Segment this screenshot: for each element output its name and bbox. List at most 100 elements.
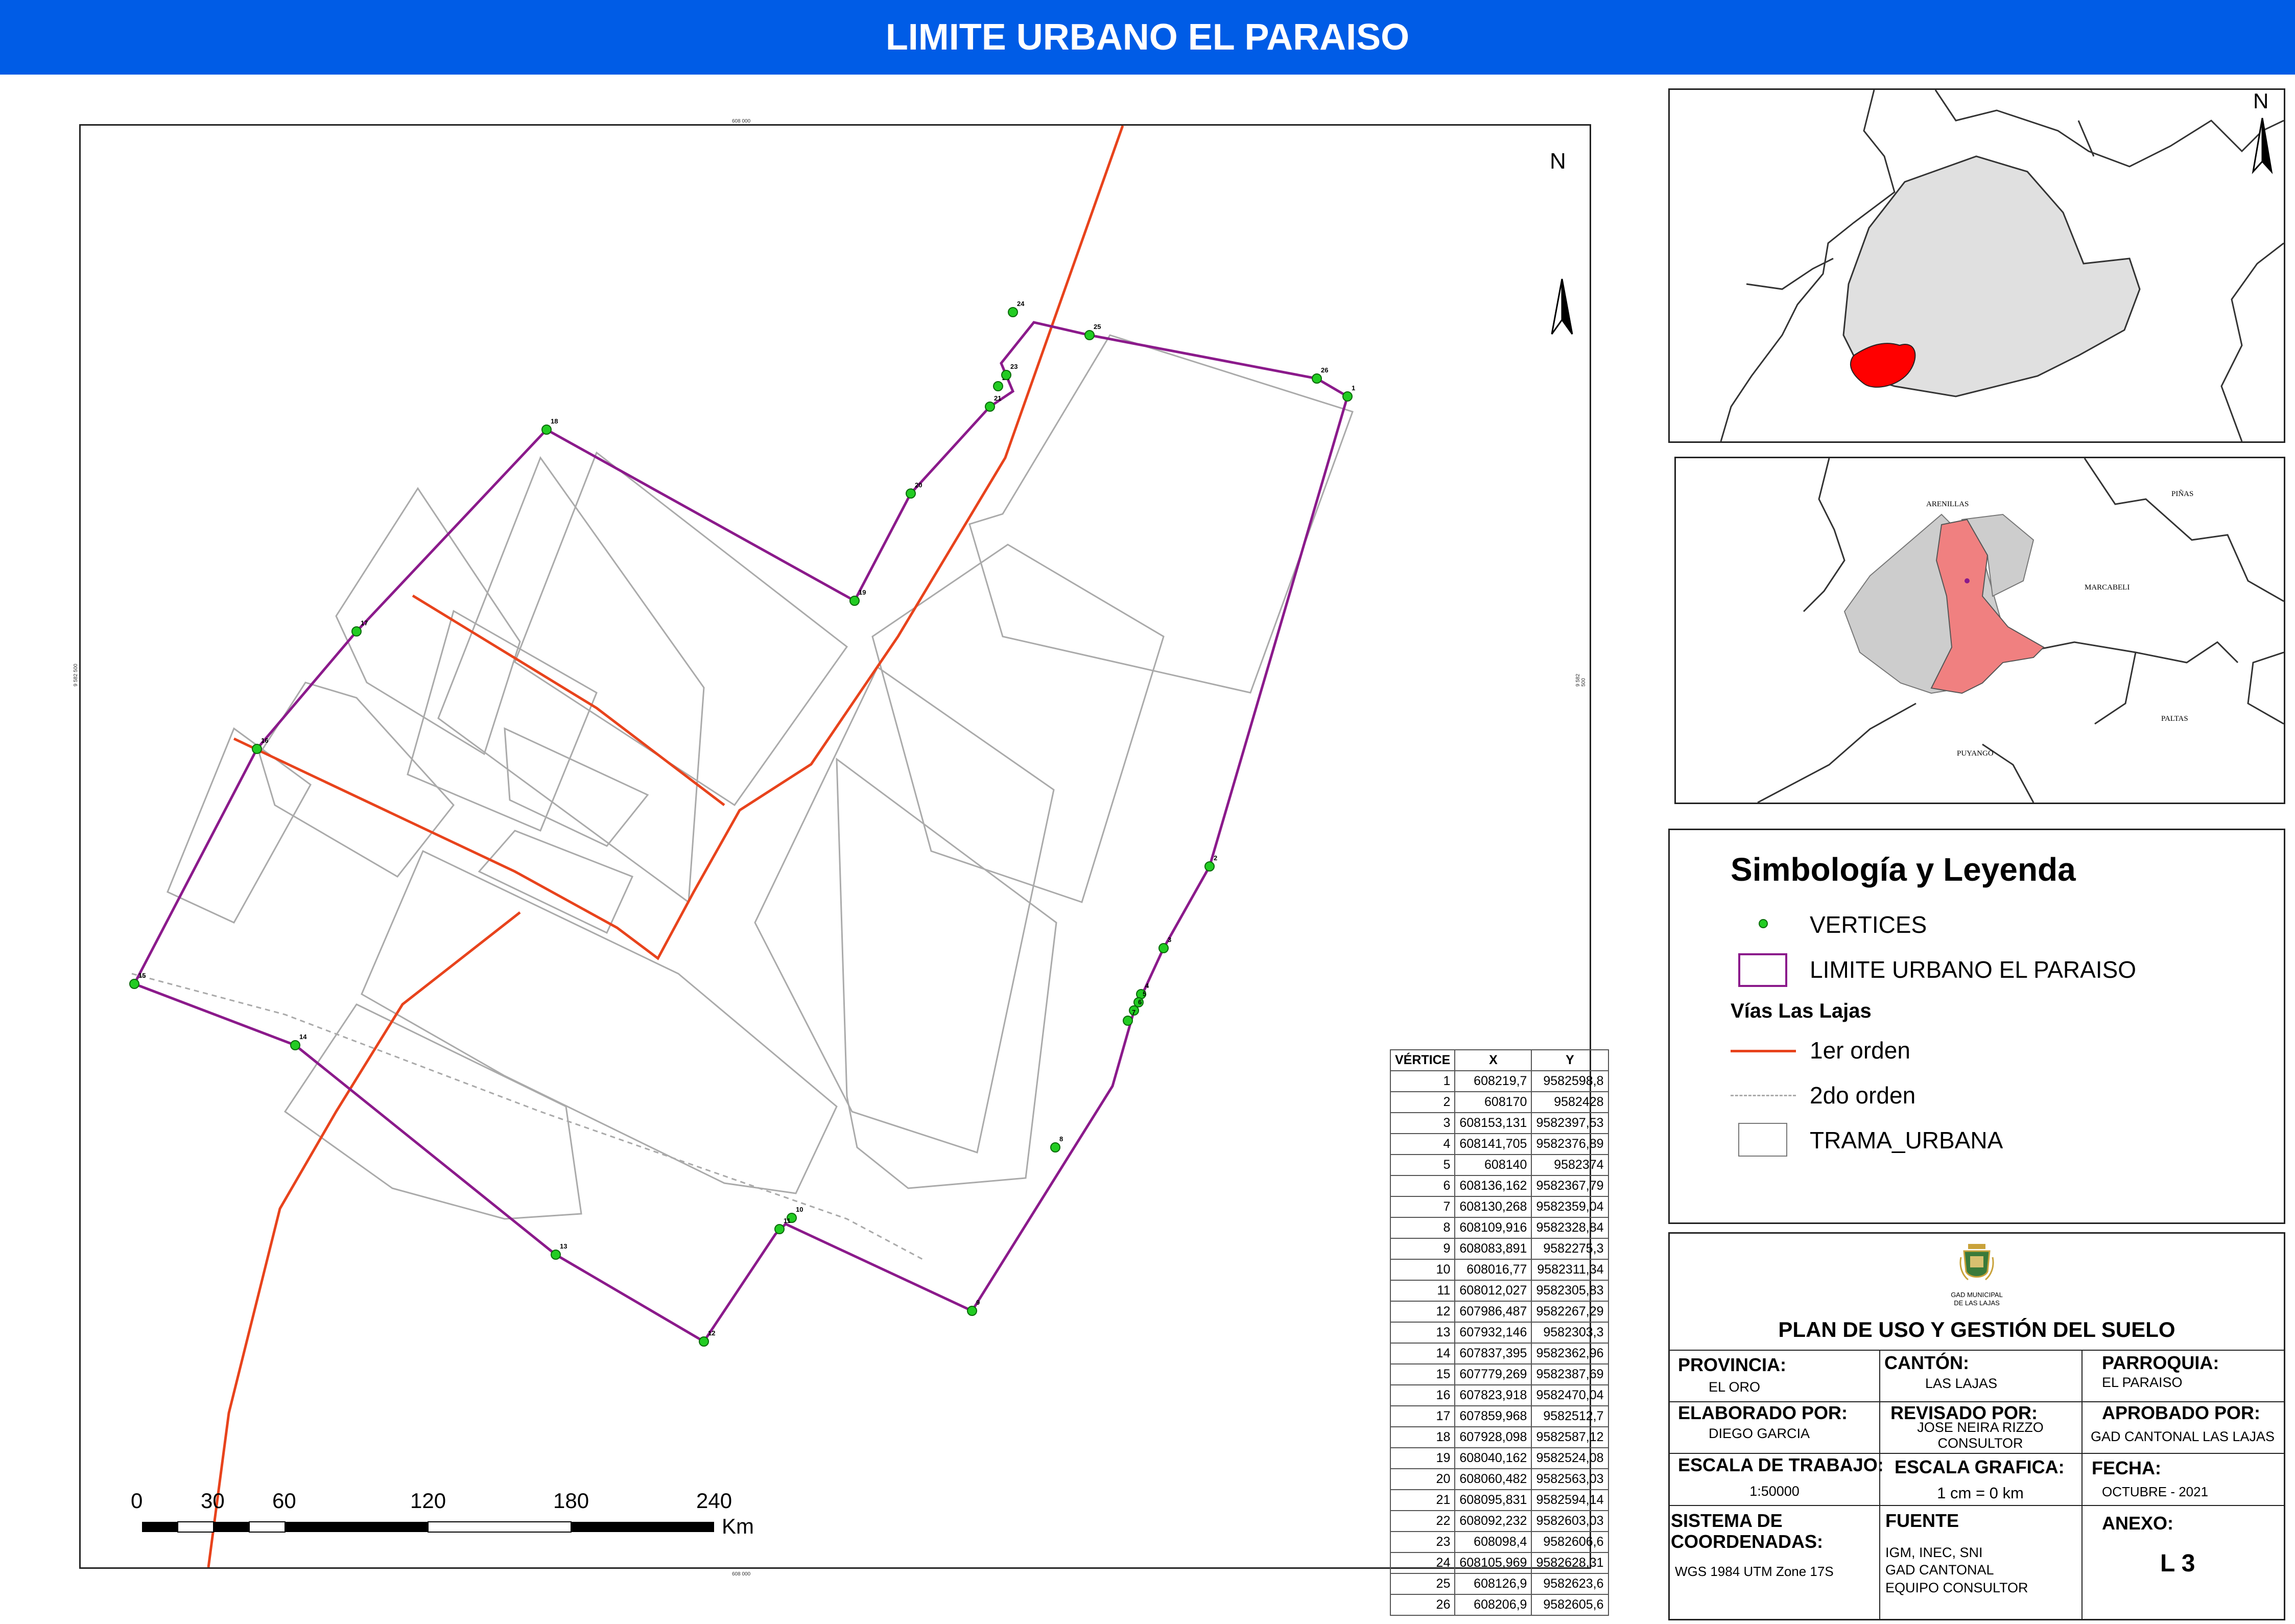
table-cell-y: 9582397,53	[1531, 1112, 1609, 1134]
grid-tick-left: 9 582 500	[73, 664, 79, 687]
logo-text-2: DE LAS LAJAS	[1954, 1299, 2000, 1307]
north-label-locator: N	[2253, 89, 2269, 113]
fecha-label: FECHA:	[2092, 1457, 2161, 1478]
table-cell-id: 6	[1389, 1175, 1456, 1197]
table-cell-x: 607837,395	[1454, 1343, 1532, 1364]
anexo-label: ANEXO:	[2102, 1513, 2174, 1534]
map-title: LIMITE URBANO EL PARAISO	[0, 0, 2295, 75]
vertex-label: 6	[1138, 998, 1142, 1006]
vertex-label: 11	[784, 1217, 791, 1225]
vertex-marker[interactable]	[1001, 370, 1011, 380]
vertex-marker[interactable]	[985, 402, 995, 412]
vertex-marker[interactable]	[1204, 861, 1215, 872]
urban-block	[478, 830, 634, 934]
aprobado-value: GAD CANTONAL LAS LAJAS	[2090, 1429, 2275, 1444]
provincia-label: PROVINCIA:	[1678, 1354, 1787, 1375]
table-cell-x: 608130,268	[1454, 1196, 1532, 1218]
legend-urban-symbol	[1738, 1123, 1787, 1157]
locator-map-country[interactable]: N	[1668, 88, 2285, 443]
urban-block	[871, 544, 1165, 903]
label-arenillas: ARENILLAS	[1926, 500, 1969, 508]
table-cell-y: 9582359,04	[1531, 1196, 1609, 1218]
table-header-row: VÉRTICE X Y	[1389, 1049, 1609, 1071]
legend-limit-label: LIMITE URBANO EL PARAISO	[1810, 956, 2137, 983]
table-cell-id: 3	[1389, 1112, 1456, 1134]
table-row: 8 608109,916 9582328,84	[1389, 1217, 1609, 1239]
table-cell-y: 9582524,08	[1531, 1447, 1609, 1469]
label-paltas: PALTAS	[2161, 715, 2188, 723]
north-arrow-locator	[2252, 117, 2273, 174]
table-cell-x: 607932,146	[1454, 1322, 1532, 1344]
table-row: 21 608095,831 9582594,14	[1389, 1489, 1609, 1511]
fuente-value-3: EQUIPO CONSULTOR	[1885, 1580, 2028, 1595]
escala-grafica-value: 1 cm = 0 km	[1937, 1484, 2024, 1502]
table-row: 18 607928,098 9582587,12	[1389, 1426, 1609, 1448]
vertex-marker[interactable]	[1312, 373, 1322, 384]
table-row: 5 608140 9582374	[1389, 1154, 1609, 1176]
vertex-marker[interactable]	[1158, 943, 1169, 953]
sistema-label-2: COORDENADAS:	[1671, 1531, 1824, 1552]
table-cell-id: 10	[1389, 1259, 1456, 1281]
vertex-marker[interactable]	[551, 1250, 561, 1260]
vertex-marker[interactable]	[699, 1336, 709, 1347]
vertex-marker[interactable]	[906, 488, 916, 499]
vertex-label: 26	[1321, 366, 1328, 374]
scale-label-180: 180	[553, 1489, 589, 1513]
scale-label-0: 0	[131, 1489, 143, 1513]
table-cell-id: 24	[1389, 1552, 1456, 1574]
table-header-vertex: VÉRTICE	[1389, 1049, 1456, 1071]
vertex-label: 18	[551, 417, 558, 425]
table-cell-y: 9582563,03	[1531, 1468, 1609, 1490]
legend-vertices-label: VERTICES	[1810, 911, 1927, 938]
table-cell-x: 608060,482	[1454, 1468, 1532, 1490]
table-cell-id: 16	[1389, 1384, 1456, 1406]
urban-marker	[1965, 578, 1970, 583]
vertex-marker[interactable]	[541, 425, 552, 435]
table-cell-y: 9582328,84	[1531, 1217, 1609, 1239]
table-cell-x: 607928,098	[1454, 1426, 1532, 1448]
vertex-marker[interactable]	[967, 1306, 977, 1316]
escala-trabajo-value: 1:50000	[1749, 1484, 1800, 1499]
urban-limit-polygon[interactable]	[132, 321, 1349, 1344]
legend-roads-title: Vías Las Lajas	[1731, 1000, 1872, 1022]
vertex-marker[interactable]	[849, 596, 860, 606]
urban-block	[754, 666, 1055, 1154]
vertex-marker[interactable]	[993, 381, 1003, 391]
vertex-marker[interactable]	[290, 1040, 300, 1050]
road-1st-order	[412, 594, 725, 806]
main-map-frame[interactable]: 608 000 608 000 9 582 500 9 582 500 1 2 …	[73, 119, 1609, 1616]
vertex-marker[interactable]	[1084, 330, 1095, 340]
table-cell-id: 18	[1389, 1426, 1456, 1448]
table-cell-id: 8	[1389, 1217, 1456, 1239]
vertex-marker[interactable]	[774, 1224, 785, 1234]
table-cell-id: 21	[1389, 1489, 1456, 1511]
urban-block	[836, 757, 1057, 1189]
vertex-label: 20	[915, 481, 922, 489]
table-cell-x: 608126,9	[1454, 1573, 1532, 1595]
table-cell-y: 9582628,31	[1531, 1552, 1609, 1574]
table-cell-id: 13	[1389, 1322, 1456, 1344]
table-header-x: X	[1454, 1049, 1532, 1071]
vertex-marker[interactable]	[1050, 1142, 1060, 1152]
legend-limit-symbol	[1738, 953, 1787, 987]
vertex-marker[interactable]	[1123, 1016, 1133, 1026]
vertex-marker[interactable]	[252, 744, 262, 754]
table-cell-y: 9582362,96	[1531, 1343, 1609, 1364]
table-cell-x: 608095,831	[1454, 1489, 1532, 1511]
locator-map-canton[interactable]: ARENILLAS PIÑAS MARCABELI PALTAS PUYANGO	[1674, 457, 2285, 804]
table-cell-x: 607823,918	[1454, 1384, 1532, 1406]
table-cell-x: 608083,891	[1454, 1238, 1532, 1260]
title-block: GAD MUNICIPAL DE LAS LAJAS PLAN DE USO Y…	[1668, 1232, 2285, 1620]
fuente-value-1: IGM, INEC, SNI	[1885, 1545, 1983, 1560]
table-row: 22 608092,232 9582603,03	[1389, 1510, 1609, 1532]
table-cell-id: 25	[1389, 1573, 1456, 1595]
table-cell-x: 608098,4	[1454, 1531, 1532, 1553]
table-row: 9 608083,891 9582275,3	[1389, 1238, 1609, 1260]
revisado-value-2: CONSULTOR	[1937, 1435, 2023, 1451]
vertex-label: 1	[1352, 384, 1355, 392]
vertex-marker[interactable]	[351, 626, 362, 637]
vertex-marker[interactable]	[1342, 391, 1353, 402]
vertex-marker[interactable]	[129, 979, 139, 989]
table-cell-y: 9582374	[1531, 1154, 1609, 1176]
vertex-marker[interactable]	[1008, 307, 1018, 317]
